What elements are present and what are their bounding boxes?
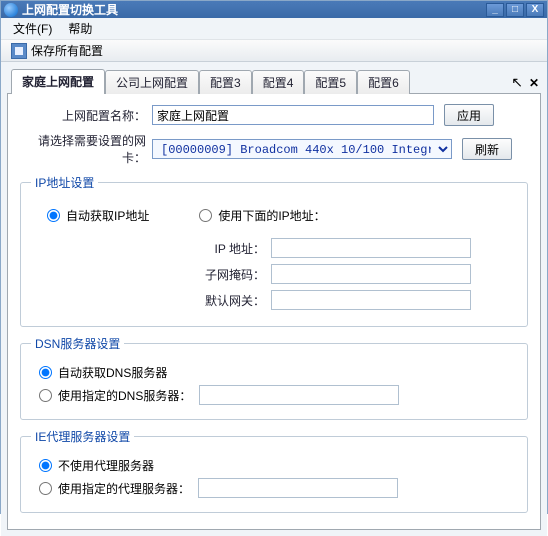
ip-legend: IP地址设置 [31, 174, 98, 191]
menu-help-label: 帮助 [68, 22, 92, 36]
ip-manual-label: 使用下面的IP地址： [218, 207, 325, 224]
dns-manual-radio[interactable] [39, 389, 52, 402]
dns-manual-label: 使用指定的DNS服务器： [58, 387, 191, 404]
dns-fieldset: DSN服务器设置 自动获取DNS服务器 使用指定的DNS服务器： [20, 335, 528, 420]
window-title: 上网配置切换工具 [22, 1, 486, 18]
subnet-input[interactable] [271, 264, 471, 284]
proxy-none-radio[interactable] [39, 459, 52, 472]
dns-auto-radio[interactable] [39, 366, 52, 379]
ip-manual-option[interactable]: 使用下面的IP地址： [199, 207, 325, 224]
ip-address-input[interactable] [271, 238, 471, 258]
proxy-fieldset: IE代理服务器设置 不使用代理服务器 使用指定的代理服务器： [20, 428, 528, 513]
toolbar: 保存所有配置 [1, 40, 547, 62]
config-name-input[interactable] [152, 105, 434, 125]
close-button[interactable]: X [526, 3, 544, 17]
save-all-button[interactable]: 保存所有配置 [5, 40, 109, 61]
proxy-legend: IE代理服务器设置 [31, 428, 134, 445]
proxy-none-label: 不使用代理服务器 [58, 457, 154, 474]
refresh-button[interactable]: 刷新 [462, 138, 512, 160]
dns-auto-option[interactable]: 自动获取DNS服务器 [39, 364, 517, 381]
save-all-label: 保存所有配置 [31, 42, 103, 59]
nic-label: 请选择需要设置的网卡： [18, 132, 152, 166]
dns-auto-label: 自动获取DNS服务器 [58, 364, 167, 381]
ip-address-label: IP 地址： [31, 240, 271, 257]
dns-legend: DSN服务器设置 [31, 335, 124, 352]
subnet-label: 子网掩码： [31, 266, 271, 283]
app-window: 上网配置切换工具 _ □ X 文件(F) 帮助 保存所有配置 家庭上网配置 公司… [0, 0, 548, 514]
nic-select[interactable]: [00000009] Broadcom 440x 10/100 Integrat… [152, 139, 452, 159]
tab-5[interactable]: 配置5 [304, 70, 357, 94]
proxy-manual-row: 使用指定的代理服务器： [39, 478, 517, 498]
menu-file[interactable]: 文件(F) [7, 18, 58, 39]
tab-4[interactable]: 配置4 [252, 70, 305, 94]
dns-input[interactable] [199, 385, 399, 405]
proxy-manual-option[interactable]: 使用指定的代理服务器： [39, 480, 190, 497]
ip-auto-radio[interactable] [47, 209, 60, 222]
tab-company[interactable]: 公司上网配置 [105, 70, 199, 94]
window-controls: _ □ X [486, 3, 544, 17]
minimize-button[interactable]: _ [486, 3, 504, 17]
save-icon [11, 43, 27, 59]
ip-auto-option[interactable]: 自动获取IP地址 [47, 207, 149, 224]
tab-6[interactable]: 配置6 [357, 70, 410, 94]
menu-file-label: 文件(F) [13, 22, 52, 36]
ip-mode-row: 自动获取IP地址 使用下面的IP地址： [39, 203, 517, 228]
proxy-manual-radio[interactable] [39, 482, 52, 495]
ip-grid: IP 地址： 子网掩码： 默认网关： [31, 238, 517, 310]
proxy-input[interactable] [198, 478, 398, 498]
tab-panel: 上网配置名称： 应用 请选择需要设置的网卡： [00000009] Broadc… [7, 93, 541, 530]
tab-close-button[interactable]: ✕ [529, 76, 539, 90]
tab-area: 家庭上网配置 公司上网配置 配置3 配置4 配置5 配置6 ↖ ✕ 上网配置名称… [1, 62, 547, 536]
row-config-name: 上网配置名称： 应用 [18, 104, 530, 126]
ip-manual-radio[interactable] [199, 209, 212, 222]
config-name-label: 上网配置名称： [18, 107, 152, 124]
menubar: 文件(F) 帮助 [1, 18, 547, 40]
maximize-button[interactable]: □ [506, 3, 524, 17]
row-nic: 请选择需要设置的网卡： [00000009] Broadcom 440x 10/… [18, 132, 530, 166]
proxy-none-option[interactable]: 不使用代理服务器 [39, 457, 517, 474]
titlebar: 上网配置切换工具 _ □ X [1, 1, 547, 18]
proxy-manual-label: 使用指定的代理服务器： [58, 480, 190, 497]
tab-home[interactable]: 家庭上网配置 [11, 69, 105, 94]
apply-button[interactable]: 应用 [444, 104, 494, 126]
menu-help[interactable]: 帮助 [62, 18, 98, 39]
tab-strip-right: ↖ ✕ [511, 74, 547, 91]
tab-strip: 家庭上网配置 公司上网配置 配置3 配置4 配置5 配置6 ↖ ✕ [1, 68, 547, 93]
gateway-input[interactable] [271, 290, 471, 310]
gateway-label: 默认网关： [31, 292, 271, 309]
cursor-icon: ↖ [511, 74, 523, 91]
tab-3[interactable]: 配置3 [199, 70, 252, 94]
dns-manual-option[interactable]: 使用指定的DNS服务器： [39, 387, 191, 404]
app-icon [4, 3, 18, 17]
dns-manual-row: 使用指定的DNS服务器： [39, 385, 517, 405]
ip-auto-label: 自动获取IP地址 [66, 207, 149, 224]
ip-fieldset: IP地址设置 自动获取IP地址 使用下面的IP地址： IP 地址： 子网掩码： [20, 174, 528, 327]
